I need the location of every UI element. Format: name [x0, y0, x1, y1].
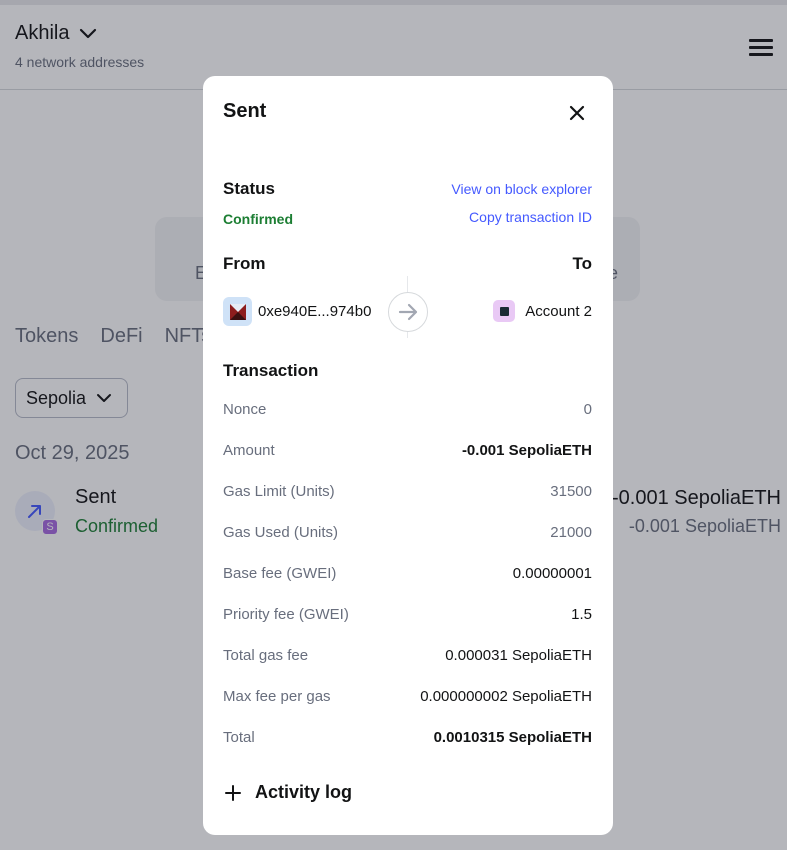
- to-heading: To: [572, 254, 592, 273]
- account-avatar-icon: [493, 300, 516, 322]
- detail-row-amount: Amount -0.001 SepoliaETH: [223, 442, 592, 459]
- detail-row-gas-used: Gas Used (Units) 21000: [223, 524, 592, 541]
- plus-icon: [225, 784, 241, 801]
- arrow-right-icon: [388, 292, 428, 332]
- close-icon[interactable]: [567, 103, 587, 123]
- detail-row-max-fee-per-gas: Max fee per gas 0.000000002 SepoliaETH: [223, 688, 592, 705]
- activity-log-toggle[interactable]: Activity log: [225, 782, 352, 803]
- status-value: Confirmed: [223, 211, 293, 227]
- transaction-heading: Transaction: [223, 361, 319, 380]
- detail-row-priority-fee: Priority fee (GWEI) 1.5: [223, 606, 592, 623]
- modal-title: Sent: [223, 100, 267, 122]
- activity-log-label: Activity log: [255, 782, 353, 802]
- copy-transaction-id-link[interactable]: Copy transaction ID: [469, 209, 592, 225]
- identicon-icon: [223, 297, 252, 326]
- detail-row-nonce: Nonce 0: [223, 401, 592, 418]
- detail-row-gas-limit: Gas Limit (Units) 31500: [223, 483, 592, 500]
- from-address[interactable]: 0xe940E...974b0: [223, 297, 371, 326]
- detail-row-total-gas-fee: Total gas fee 0.000031 SepoliaETH: [223, 647, 592, 664]
- from-address-text: 0xe940E...974b0: [258, 303, 372, 320]
- to-account-text: Account 2: [525, 302, 592, 320]
- transaction-details-modal: Sent Status Confirmed View on block expl…: [203, 76, 613, 835]
- detail-row-base-fee: Base fee (GWEI) 0.00000001: [223, 565, 592, 582]
- to-account[interactable]: Account 2: [493, 300, 592, 322]
- from-heading: From: [223, 254, 266, 273]
- detail-row-total: Total 0.0010315 SepoliaETH: [223, 729, 592, 746]
- status-heading: Status: [223, 179, 275, 198]
- view-on-block-explorer-link[interactable]: View on block explorer: [451, 181, 592, 197]
